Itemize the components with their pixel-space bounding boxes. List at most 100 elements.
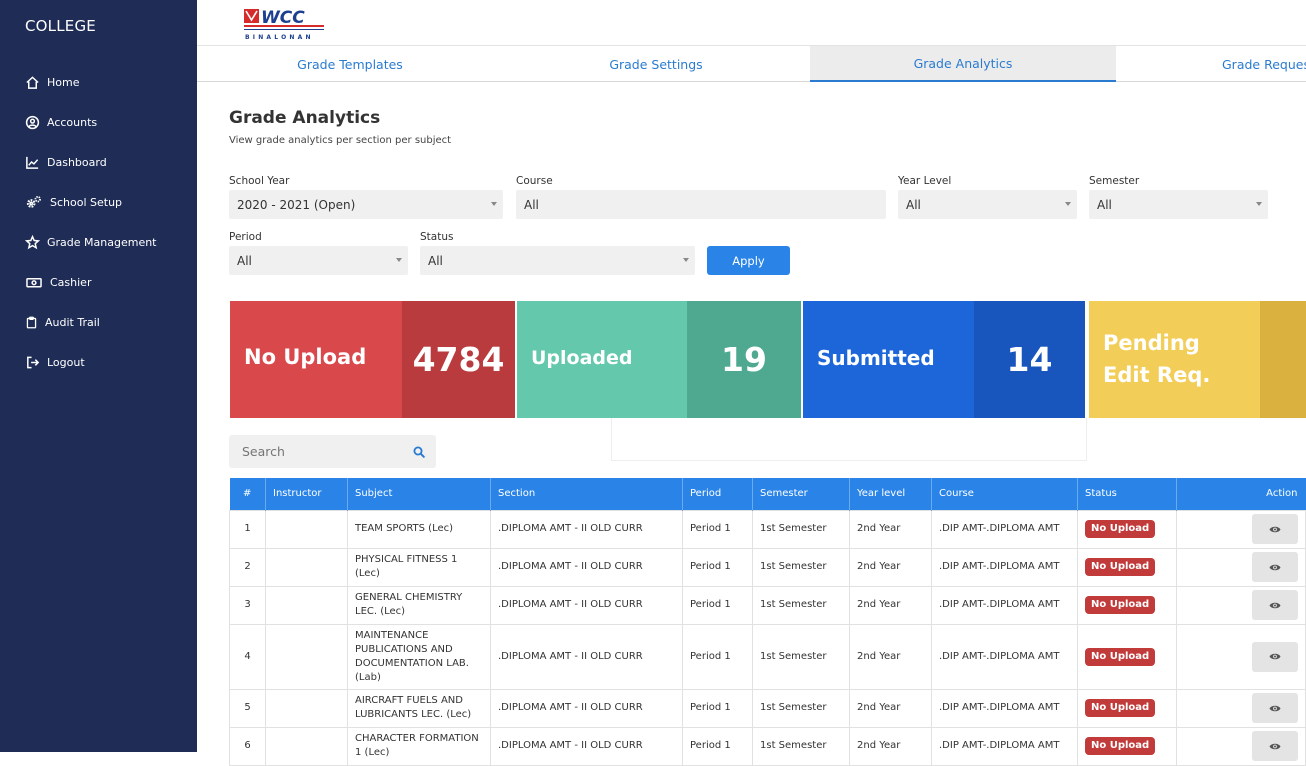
row-number: 5 — [229, 688, 266, 728]
caret-down-icon — [1065, 202, 1071, 206]
school-logo: WCC BINALONAN — [243, 6, 329, 41]
row-period: Period 1 — [682, 623, 753, 690]
sidebar-item-home[interactable]: Home — [25, 72, 79, 92]
period-value: All — [237, 253, 252, 268]
course-select[interactable]: All — [516, 190, 886, 219]
row-section: .DIPLOMA AMT - II OLD CURR — [490, 623, 683, 690]
sidebar-item-dashboard[interactable]: Dashboard — [25, 152, 107, 172]
row-instructor — [265, 688, 348, 728]
row-year-level: 2nd Year — [849, 623, 932, 690]
eye-icon — [1269, 705, 1281, 711]
school-year-value: 2020 - 2021 (Open) — [237, 197, 356, 212]
eye-icon — [1269, 743, 1281, 749]
sidebar-item-accounts[interactable]: Accounts — [25, 112, 97, 132]
col-subject: Subject — [347, 478, 491, 510]
row-year-level: 2nd Year — [849, 585, 932, 625]
sidebar-item-school-setup[interactable]: School Setup — [25, 192, 122, 212]
card-count: 4784 — [402, 301, 515, 418]
row-instructor — [265, 623, 348, 690]
table-row: 6 CHARACTER FORMATION 1 (Lec) .DIPLOMA A… — [229, 726, 1306, 766]
caret-down-icon — [491, 202, 497, 206]
row-number: 4 — [229, 623, 266, 690]
table-row: 5 AIRCRAFT FUELS AND LUBRICANTS LEC. (Le… — [229, 688, 1306, 728]
page-subtitle: View grade analytics per section per sub… — [229, 135, 452, 146]
sidebar: COLLEGE Home Accounts Dashboard School S… — [0, 0, 197, 752]
grade-analytics-table: # Instructor Subject Section Period Seme… — [229, 478, 1306, 766]
card-label: No Upload — [244, 345, 367, 369]
sidebar-item-audit-trail[interactable]: Audit Trail — [25, 312, 100, 332]
status-badge: No Upload — [1085, 520, 1156, 538]
sidebar-item-grade-management[interactable]: Grade Management — [25, 232, 157, 252]
sidebar-item-label: Home — [47, 75, 80, 89]
col-status: Status — [1077, 478, 1177, 510]
search-icon[interactable] — [413, 446, 425, 458]
card-count: 19 — [687, 301, 801, 418]
star-icon — [25, 234, 40, 249]
cogs-icon — [26, 195, 41, 208]
user-circle-icon — [25, 115, 40, 129]
no-upload-card[interactable]: No Upload 4784 — [230, 301, 515, 418]
year-level-value: All — [906, 197, 921, 212]
row-period: Period 1 — [682, 688, 753, 728]
sidebar-item-logout[interactable]: Logout — [25, 352, 85, 372]
row-subject: CHARACTER FORMATION 1 (Lec) — [347, 726, 491, 766]
row-number: 1 — [229, 509, 266, 549]
col-action: Action — [1176, 478, 1306, 510]
table-row: 2 PHYSICAL FITNESS 1 (Lec) .DIPLOMA AMT … — [229, 547, 1306, 587]
col-semester: Semester — [752, 478, 850, 510]
sidebar-item-label: Accounts — [47, 115, 98, 129]
card-label: Submitted — [817, 346, 935, 370]
status-badge: No Upload — [1085, 737, 1156, 755]
sidebar-item-label: School Setup — [50, 195, 123, 209]
row-subject: PHYSICAL FITNESS 1 (Lec) — [347, 547, 491, 587]
row-status-cell: No Upload — [1077, 547, 1177, 587]
row-section: .DIPLOMA AMT - II OLD CURR — [490, 726, 683, 766]
row-semester: 1st Semester — [752, 547, 850, 587]
view-button[interactable] — [1252, 641, 1298, 672]
row-semester: 1st Semester — [752, 509, 850, 549]
uploaded-card[interactable]: Uploaded 19 — [517, 301, 801, 418]
caret-down-icon — [396, 258, 402, 262]
row-semester: 1st Semester — [752, 688, 850, 728]
tab-grade-templates[interactable]: Grade Templates — [197, 46, 503, 82]
row-course: .DIP AMT-.DIPLOMA AMT — [931, 509, 1078, 549]
submitted-card[interactable]: Submitted 14 — [803, 301, 1085, 418]
school-year-select[interactable]: 2020 - 2021 (Open) — [229, 190, 503, 219]
apply-button[interactable]: Apply — [707, 246, 790, 275]
row-course: .DIP AMT-.DIPLOMA AMT — [931, 688, 1078, 728]
row-number: 3 — [229, 585, 266, 625]
row-instructor — [265, 726, 348, 766]
row-action-cell — [1176, 623, 1306, 690]
tab-grade-requests[interactable]: Grade Reques — [1222, 46, 1306, 82]
pending-edit-card[interactable]: Pending Edit Req. — [1089, 301, 1306, 418]
view-button[interactable] — [1252, 552, 1298, 582]
view-button[interactable] — [1252, 514, 1298, 544]
row-course: .DIP AMT-.DIPLOMA AMT — [931, 585, 1078, 625]
row-action-cell — [1176, 547, 1306, 587]
sidebar-item-label: Audit Trail — [45, 315, 100, 329]
eye-icon — [1269, 526, 1281, 532]
row-subject: GENERAL CHEMISTRY LEC. (Lec) — [347, 585, 491, 625]
row-status-cell: No Upload — [1077, 509, 1177, 549]
row-instructor — [265, 509, 348, 549]
chart-line-icon — [26, 156, 39, 169]
course-label: Course — [516, 175, 553, 187]
period-select[interactable]: All — [229, 246, 408, 275]
sidebar-item-cashier[interactable]: Cashier — [25, 272, 91, 292]
view-button[interactable] — [1252, 731, 1298, 761]
row-year-level: 2nd Year — [849, 688, 932, 728]
semester-select[interactable]: All — [1089, 190, 1268, 219]
row-course: .DIP AMT-.DIPLOMA AMT — [931, 623, 1078, 690]
tab-grade-settings[interactable]: Grade Settings — [503, 46, 809, 82]
tab-grade-analytics[interactable]: Grade Analytics — [810, 46, 1116, 82]
card-count: 14 — [974, 301, 1085, 418]
view-button[interactable] — [1252, 590, 1298, 620]
sidebar-item-label: Grade Management — [47, 235, 157, 249]
search-input[interactable] — [229, 435, 409, 468]
view-button[interactable] — [1252, 693, 1298, 723]
row-action-cell — [1176, 509, 1306, 549]
sidebar-brand: COLLEGE — [25, 17, 96, 35]
status-select[interactable]: All — [420, 246, 695, 275]
sidebar-item-label: Cashier — [50, 275, 92, 289]
year-level-select[interactable]: All — [898, 190, 1077, 219]
